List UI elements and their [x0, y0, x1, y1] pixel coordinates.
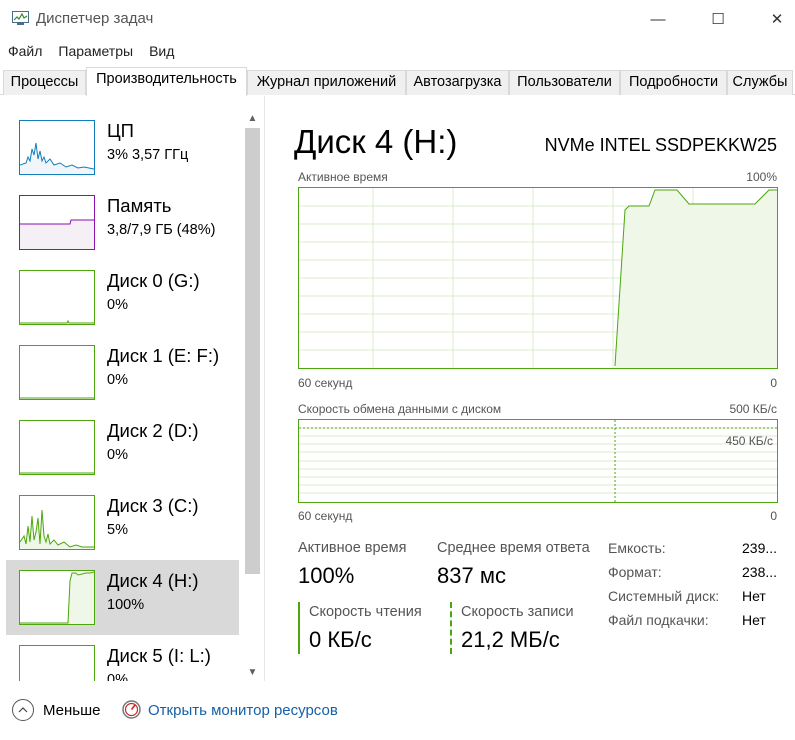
- disk-model: NVMe INTEL SSDPEKKW25: [544, 135, 777, 155]
- write-speed-value: 21,2 МБ/с: [461, 627, 560, 652]
- sidebar-item-name: Диск 1 (E: F:): [107, 345, 220, 366]
- page-title: Диск 4 (H:): [294, 123, 458, 160]
- sidebar-item-value: 0%: [107, 372, 128, 388]
- sidebar-item-value: 0%: [107, 447, 128, 463]
- sidebar-item-name: Диск 2 (D:): [107, 420, 199, 441]
- tab-processes[interactable]: Процессы: [3, 70, 86, 95]
- resource-monitor-icon: [122, 700, 141, 719]
- tab-services[interactable]: Службы: [727, 70, 793, 95]
- tab-users[interactable]: Пользователи: [509, 70, 620, 95]
- window-title: Диспетчер задач: [36, 10, 154, 27]
- sidebar-item-disk-1[interactable]: Диск 1 (E: F:) 0%: [6, 335, 239, 410]
- scroll-down-arrow-icon[interactable]: ▼: [244, 666, 261, 680]
- system-disk-label: Системный диск:: [608, 588, 720, 604]
- tab-bar: Процессы Производительность Журнал прило…: [0, 67, 795, 96]
- active-time-label: Активное время: [298, 540, 407, 556]
- sidebar-item-cpu[interactable]: ЦП 3% 3,57 ГГц: [6, 110, 239, 185]
- memory-thumbnail-graph: [19, 195, 95, 250]
- sidebar-item-name: Диск 3 (C:): [107, 495, 199, 516]
- active-time-chart-label: Активное время: [298, 170, 388, 184]
- sidebar-item-value: 0%: [107, 297, 128, 313]
- page-file-label: Файл подкачки:: [608, 612, 709, 628]
- write-speed-indicator: [450, 602, 452, 654]
- menu-file[interactable]: Файл: [0, 40, 50, 62]
- open-resource-monitor-link[interactable]: Открыть монитор ресурсов: [148, 702, 338, 719]
- sidebar-item-name: ЦП: [107, 120, 134, 141]
- transfer-rate-reference: 450 КБ/с: [725, 434, 773, 448]
- tab-performance[interactable]: Производительность: [86, 67, 247, 96]
- disk-detail-panel: Диск 4 (H:) NVMe INTEL SSDPEKKW25 Активн…: [266, 96, 795, 681]
- sidebar-item-value: 3,8/7,9 ГБ (48%): [107, 222, 216, 238]
- response-time-label: Среднее время ответа: [437, 540, 590, 556]
- system-disk-value: Нет: [742, 588, 766, 604]
- write-speed-label: Скорость записи: [461, 604, 574, 620]
- tab-app-history[interactable]: Журнал приложений: [247, 70, 406, 95]
- sidebar-item-name: Диск 4 (H:): [107, 570, 199, 591]
- transfer-rate-chart: [298, 419, 778, 503]
- task-manager-icon: [12, 11, 29, 25]
- disk-5-thumbnail-graph: [19, 645, 95, 681]
- active-time-chart-max: 100%: [746, 170, 777, 184]
- capacity-value: 239...: [742, 540, 778, 556]
- tab-startup[interactable]: Автозагрузка: [406, 70, 509, 95]
- sidebar-item-value: 5%: [107, 522, 128, 538]
- active-time-chart: [298, 187, 778, 369]
- scroll-up-arrow-icon[interactable]: ▲: [244, 112, 261, 126]
- sidebar-item-disk-4[interactable]: Диск 4 (H:) 100%: [6, 560, 239, 635]
- disk-0-thumbnail-graph: [19, 270, 95, 325]
- sidebar-item-disk-0[interactable]: Диск 0 (G:) 0%: [6, 260, 239, 335]
- disk-3-thumbnail-graph: [19, 495, 95, 550]
- response-time-value: 837 мс: [437, 563, 506, 588]
- sidebar-item-name: Память: [107, 195, 172, 216]
- active-time-value: 100%: [298, 563, 355, 588]
- disk-1-thumbnail-graph: [19, 345, 95, 400]
- disk-2-thumbnail-graph: [19, 420, 95, 475]
- transfer-rate-x-right: 0: [770, 509, 777, 523]
- cpu-thumbnail-graph: [19, 120, 95, 175]
- transfer-rate-chart-max: 500 КБ/с: [729, 402, 777, 416]
- minimize-button[interactable]: —: [629, 0, 687, 38]
- footer-bar: Меньше Открыть монитор ресурсов: [0, 695, 795, 740]
- format-label: Формат:: [608, 564, 662, 580]
- chevron-up-icon[interactable]: [12, 699, 34, 721]
- maximize-button[interactable]: ☐: [689, 0, 747, 38]
- sidebar-item-disk-2[interactable]: Диск 2 (D:) 0%: [6, 410, 239, 485]
- sidebar-item-value: 3% 3,57 ГГц: [107, 147, 189, 163]
- page-file-value: Нет: [742, 612, 766, 628]
- read-speed-indicator: [298, 602, 300, 654]
- sidebar-item-disk-5[interactable]: Диск 5 (I: L:) 0%: [6, 635, 239, 681]
- menu-bar: Файл Параметры Вид: [0, 40, 182, 62]
- read-speed-label: Скорость чтения: [309, 604, 422, 620]
- sidebar-scrollbar[interactable]: ▲ ▼: [244, 112, 261, 681]
- sidebar-item-disk-3[interactable]: Диск 3 (C:) 5%: [6, 485, 239, 560]
- scrollbar-thumb[interactable]: [245, 128, 260, 574]
- sidebar-item-value: 0%: [107, 672, 128, 681]
- read-speed-value: 0 КБ/с: [309, 627, 372, 652]
- fewer-details-button[interactable]: Меньше: [43, 702, 100, 719]
- close-button[interactable]: ✕: [748, 0, 795, 38]
- format-value: 238...: [742, 564, 778, 580]
- tab-details[interactable]: Подробности: [620, 70, 727, 95]
- menu-options[interactable]: Параметры: [50, 40, 141, 62]
- sidebar-item-name: Диск 0 (G:): [107, 270, 200, 291]
- active-time-x-right: 0: [770, 376, 777, 390]
- menu-view[interactable]: Вид: [141, 40, 182, 62]
- capacity-label: Емкость:: [608, 540, 666, 556]
- sidebar-item-value: 100%: [107, 597, 145, 613]
- sidebar-item-memory[interactable]: Память 3,8/7,9 ГБ (48%): [6, 185, 239, 260]
- sidebar-item-name: Диск 5 (I: L:): [107, 645, 211, 666]
- resource-sidebar: ЦП 3% 3,57 ГГц Память 3,8/7,9 ГБ (48%) Д…: [0, 96, 265, 681]
- title-bar: Диспетчер задач — ☐ ✕: [0, 0, 795, 38]
- transfer-rate-chart-label: Скорость обмена данными с диском: [298, 402, 502, 416]
- active-time-x-left: 60 секунд: [298, 376, 353, 390]
- disk-4-thumbnail-graph: [19, 570, 95, 625]
- transfer-rate-x-left: 60 секунд: [298, 509, 353, 523]
